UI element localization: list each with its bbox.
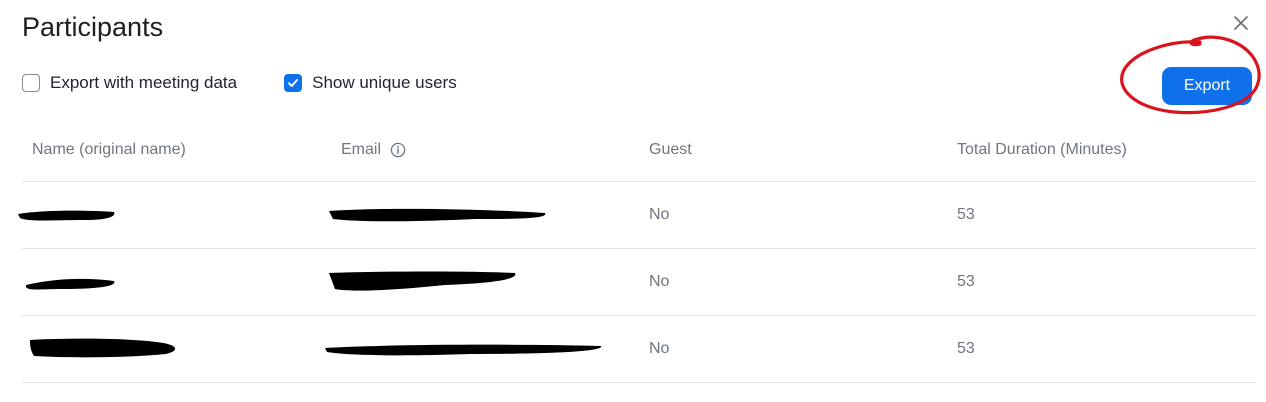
guest-status: No xyxy=(649,340,670,357)
show-unique-users-label: Show unique users xyxy=(312,73,457,92)
table-row: No 53 xyxy=(22,249,1256,316)
table-row: No 53 xyxy=(18,182,1256,249)
total-duration: 53 xyxy=(957,340,975,357)
participant-email xyxy=(329,201,639,229)
total-duration: 53 xyxy=(957,206,975,223)
show-unique-users-checkbox[interactable] xyxy=(284,74,303,92)
table-header: Name (original name) Email Guest Total D… xyxy=(22,118,1256,182)
redaction-mark xyxy=(18,210,115,221)
export-with-meeting-data-checkbox[interactable] xyxy=(22,74,40,92)
export-with-meeting-data-option[interactable]: Export with meeting data xyxy=(22,73,237,93)
show-unique-users-option[interactable]: Show unique users xyxy=(284,73,457,93)
close-icon[interactable] xyxy=(1230,12,1252,34)
guest-status: No xyxy=(649,206,670,223)
redaction-mark xyxy=(30,338,176,358)
export-options: Export with meeting data Show unique use… xyxy=(22,73,457,93)
header-duration: Total Duration (Minutes) xyxy=(957,140,1127,158)
guest-status: No xyxy=(649,273,670,290)
export-with-meeting-data-label: Export with meeting data xyxy=(50,73,238,92)
participant-name xyxy=(22,334,331,364)
participant-name xyxy=(22,269,331,295)
participant-email xyxy=(329,267,639,297)
header-email-label: Email xyxy=(341,140,382,158)
redaction-mark xyxy=(329,208,546,222)
redaction-mark xyxy=(325,344,602,356)
redaction-mark xyxy=(26,278,115,290)
total-duration: 53 xyxy=(957,273,975,290)
participant-email xyxy=(325,336,639,362)
participant-name xyxy=(18,202,331,228)
dialog-title: Participants xyxy=(22,12,164,42)
header-name: Name (original name) xyxy=(32,140,186,158)
table-row: No 53 xyxy=(22,316,1256,383)
redaction-mark xyxy=(329,271,516,291)
header-guest: Guest xyxy=(649,140,692,158)
header-email: Email xyxy=(331,141,639,159)
participants-table: Name (original name) Email Guest Total D… xyxy=(18,118,1256,383)
export-button[interactable]: Export xyxy=(1162,67,1252,105)
checkmark-icon xyxy=(288,79,299,87)
info-icon[interactable] xyxy=(390,142,406,158)
